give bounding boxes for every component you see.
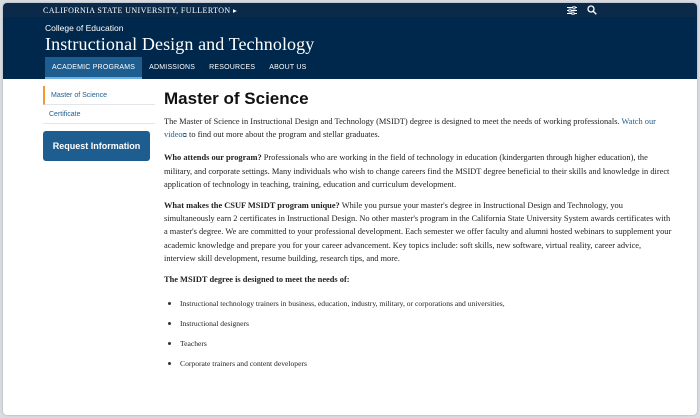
sidebar-item-certificate[interactable]: Certificate <box>43 105 155 124</box>
external-link-icon: ⧉ <box>182 133 187 140</box>
needs-heading-paragraph: The MSIDT degree is designed to meet the… <box>164 273 674 286</box>
filter-icon[interactable] <box>567 5 577 15</box>
unique-heading: What makes the CSUF MSIDT program unique… <box>164 201 340 211</box>
needs-heading: The MSIDT degree is designed to meet the… <box>164 275 350 285</box>
who-attends-paragraph: Who attends our program? Professionals w… <box>164 151 674 191</box>
university-arrow: ▸ <box>232 5 238 15</box>
sidebar-item-master-of-science[interactable]: Master of Science <box>43 86 155 105</box>
list-item: Corporate trainers and content developer… <box>164 354 674 374</box>
search-icon[interactable] <box>587 5 597 15</box>
nav-admissions[interactable]: ADMISSIONS <box>142 57 202 79</box>
needs-list: Instructional technology trainers in bus… <box>164 294 674 374</box>
university-name: CALIFORNIA STATE UNIVERSITY, FULLERTON <box>43 5 231 15</box>
department-title[interactable]: Instructional Design and Technology <box>45 34 314 55</box>
intro-text-end: to find out more about the program and s… <box>189 130 380 140</box>
who-attends-heading: Who attends our program? <box>164 153 262 163</box>
list-item: Instructional technology trainers in bus… <box>164 294 674 314</box>
request-information-button[interactable]: Request Information <box>43 131 150 161</box>
university-topbar: CALIFORNIA STATE UNIVERSITY, FULLERTON ▸ <box>3 3 697 17</box>
list-item: Instructional designers <box>164 314 674 334</box>
sidebar: Master of Science Certificate Request In… <box>43 86 155 161</box>
site-header: College of Education Instructional Desig… <box>3 17 697 79</box>
nav-resources[interactable]: RESOURCES <box>202 57 262 79</box>
page-title: Master of Science <box>164 89 309 108</box>
browser-frame: CALIFORNIA STATE UNIVERSITY, FULLERTON ▸ <box>3 3 697 415</box>
main-content: Master of Science The Master of Science … <box>164 89 674 374</box>
intro-paragraph: The Master of Science in Instructional D… <box>164 115 674 143</box>
nav-about-us[interactable]: ABOUT US <box>262 57 313 79</box>
unique-paragraph: What makes the CSUF MSIDT program unique… <box>164 199 674 265</box>
main-nav: ACADEMIC PROGRAMS ADMISSIONS RESOURCES A… <box>45 57 314 79</box>
intro-text: The Master of Science in Instructional D… <box>164 117 620 126</box>
unique-text: While you pursue your master's degree in… <box>164 201 672 263</box>
topbar-icons <box>567 5 597 15</box>
college-name[interactable]: College of Education <box>45 23 123 33</box>
nav-academic-programs[interactable]: ACADEMIC PROGRAMS <box>45 57 143 79</box>
list-item: Teachers <box>164 334 674 354</box>
university-link[interactable]: CALIFORNIA STATE UNIVERSITY, FULLERTON ▸ <box>43 6 237 15</box>
